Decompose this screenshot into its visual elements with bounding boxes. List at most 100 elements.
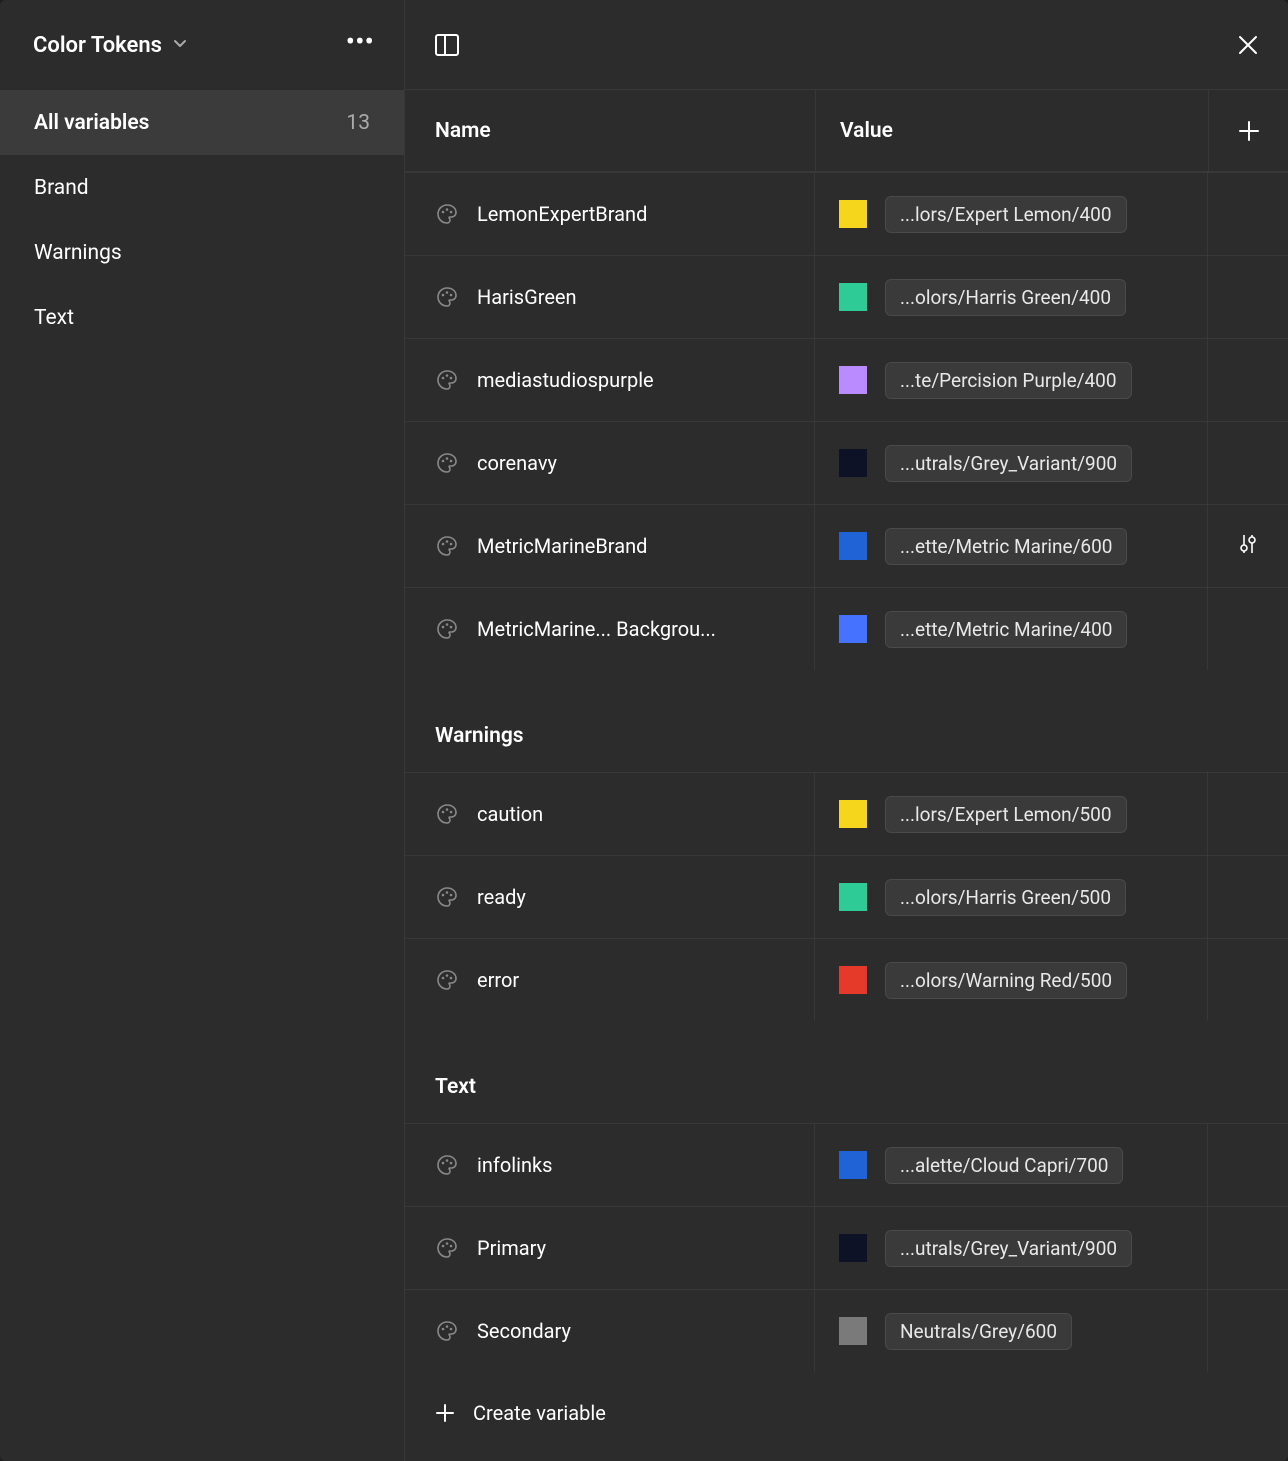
chevron-down-icon: [172, 35, 188, 55]
value-pill[interactable]: ...ette/Metric Marine/400: [885, 611, 1127, 648]
variable-name: ready: [477, 885, 526, 909]
variables-panel: Color Tokens ••• All variables13Brand War…: [0, 0, 1288, 1461]
table-row[interactable]: corenavy ...utrals/Grey_Variant/900: [405, 421, 1288, 504]
cell-name[interactable]: MetricMarineBrand: [405, 505, 815, 587]
value-pill[interactable]: ...utrals/Grey_Variant/900: [885, 1230, 1132, 1267]
value-pill[interactable]: ...ette/Metric Marine/600: [885, 528, 1127, 565]
variable-name: MetricMarine... Backgrou...: [477, 617, 716, 641]
column-header-name[interactable]: Name: [405, 90, 815, 171]
sidebar-item-label: Text: [34, 306, 74, 330]
sidebar-list: All variables13Brand Warnings Text: [0, 90, 404, 350]
sidebar-header: Color Tokens •••: [0, 0, 404, 90]
palette-icon: [435, 534, 459, 558]
value-pill[interactable]: ...olors/Warning Red/500: [885, 962, 1127, 999]
plus-icon: [435, 1403, 455, 1423]
table-row[interactable]: Secondary Neutrals/Grey/600: [405, 1289, 1288, 1372]
variable-name: MetricMarineBrand: [477, 534, 647, 558]
cell-value[interactable]: ...lors/Expert Lemon/500: [815, 773, 1208, 855]
value-pill[interactable]: ...olors/Harris Green/500: [885, 879, 1126, 916]
table-row[interactable]: Primary ...utrals/Grey_Variant/900: [405, 1206, 1288, 1289]
cell-action: [1208, 422, 1288, 504]
color-swatch: [839, 800, 867, 828]
value-pill[interactable]: ...utrals/Grey_Variant/900: [885, 445, 1132, 482]
cell-name[interactable]: Secondary: [405, 1290, 815, 1372]
sidebar-item-all-variables[interactable]: All variables13: [0, 90, 404, 155]
collection-switcher[interactable]: Color Tokens: [33, 33, 188, 58]
cell-name[interactable]: ready: [405, 856, 815, 938]
cell-name[interactable]: HarisGreen: [405, 256, 815, 338]
cell-action: [1208, 1290, 1288, 1372]
cell-name[interactable]: corenavy: [405, 422, 815, 504]
cell-value[interactable]: ...ette/Metric Marine/400: [815, 588, 1208, 670]
cell-value[interactable]: ...alette/Cloud Capri/700: [815, 1124, 1208, 1206]
cell-name[interactable]: infolinks: [405, 1124, 815, 1206]
sidebar-item-text[interactable]: Text: [0, 285, 404, 350]
column-header-value[interactable]: Value: [815, 90, 1208, 171]
cell-value[interactable]: ...utrals/Grey_Variant/900: [815, 422, 1208, 504]
palette-icon: [435, 968, 459, 992]
table-row[interactable]: HarisGreen ...olors/Harris Green/400: [405, 255, 1288, 338]
color-swatch: [839, 966, 867, 994]
cell-value[interactable]: ...utrals/Grey_Variant/900: [815, 1207, 1208, 1289]
value-pill[interactable]: ...lors/Expert Lemon/400: [885, 196, 1127, 233]
cell-action: [1208, 173, 1288, 255]
close-icon[interactable]: [1236, 33, 1260, 57]
create-variable-button[interactable]: Create variable: [405, 1372, 1288, 1454]
cell-name[interactable]: MetricMarine... Backgrou...: [405, 588, 815, 670]
cell-value[interactable]: Neutrals/Grey/600: [815, 1290, 1208, 1372]
cell-action: [1208, 339, 1288, 421]
value-pill[interactable]: ...te/Percision Purple/400: [885, 362, 1132, 399]
cell-value[interactable]: ...olors/Harris Green/500: [815, 856, 1208, 938]
cell-action: [1208, 773, 1288, 855]
cell-action: [1208, 1207, 1288, 1289]
cell-action: [1208, 256, 1288, 338]
cell-name[interactable]: error: [405, 939, 815, 1021]
cell-value[interactable]: ...ette/Metric Marine/600: [815, 505, 1208, 587]
variable-name: mediastudiospurple: [477, 368, 654, 392]
cell-action[interactable]: [1208, 505, 1288, 587]
value-pill[interactable]: ...lors/Expert Lemon/500: [885, 796, 1127, 833]
cell-name[interactable]: caution: [405, 773, 815, 855]
value-pill[interactable]: ...olors/Harris Green/400: [885, 279, 1126, 316]
color-swatch: [839, 1317, 867, 1345]
palette-icon: [435, 285, 459, 309]
sliders-icon[interactable]: [1236, 532, 1260, 560]
sidebar-toggle-icon[interactable]: [433, 31, 461, 59]
variable-name: Primary: [477, 1236, 546, 1260]
cell-name[interactable]: LemonExpertBrand: [405, 173, 815, 255]
cell-name[interactable]: Primary: [405, 1207, 815, 1289]
collection-title: Color Tokens: [33, 33, 162, 58]
palette-icon: [435, 1319, 459, 1343]
table-row[interactable]: ready ...olors/Harris Green/500: [405, 855, 1288, 938]
table-row[interactable]: MetricMarine... Backgrou... ...ette/Metri…: [405, 587, 1288, 670]
table-row[interactable]: error ...olors/Warning Red/500: [405, 938, 1288, 1021]
palette-icon: [435, 368, 459, 392]
columns-header: Name Value: [405, 90, 1288, 172]
palette-icon: [435, 802, 459, 826]
cell-value[interactable]: ...olors/Harris Green/400: [815, 256, 1208, 338]
cell-name[interactable]: mediastudiospurple: [405, 339, 815, 421]
sidebar-item-label: Warnings: [34, 241, 122, 265]
value-pill[interactable]: ...alette/Cloud Capri/700: [885, 1147, 1123, 1184]
group-header: Warnings: [405, 670, 1288, 772]
color-swatch: [839, 1151, 867, 1179]
cell-action: [1208, 1124, 1288, 1206]
sidebar-item-warnings[interactable]: Warnings: [0, 220, 404, 285]
table-row[interactable]: MetricMarineBrand ...ette/Metric Marine/6…: [405, 504, 1288, 587]
table-row[interactable]: mediastudiospurple ...te/Percision Purple…: [405, 338, 1288, 421]
value-pill[interactable]: Neutrals/Grey/600: [885, 1313, 1072, 1350]
cell-action: [1208, 588, 1288, 670]
cell-value[interactable]: ...olors/Warning Red/500: [815, 939, 1208, 1021]
add-mode-button[interactable]: [1208, 90, 1288, 171]
sidebar: Color Tokens ••• All variables13Brand War…: [0, 0, 405, 1461]
table-row[interactable]: infolinks ...alette/Cloud Capri/700: [405, 1123, 1288, 1206]
cell-value[interactable]: ...lors/Expert Lemon/400: [815, 173, 1208, 255]
more-icon[interactable]: •••: [346, 25, 374, 66]
table-row[interactable]: caution ...lors/Expert Lemon/500: [405, 772, 1288, 855]
table-row[interactable]: LemonExpertBrand ...lors/Expert Lemon/400: [405, 172, 1288, 255]
variable-name: Secondary: [477, 1319, 571, 1343]
color-swatch: [839, 1234, 867, 1262]
sidebar-item-brand[interactable]: Brand: [0, 155, 404, 220]
cell-value[interactable]: ...te/Percision Purple/400: [815, 339, 1208, 421]
variable-name: HarisGreen: [477, 285, 577, 309]
